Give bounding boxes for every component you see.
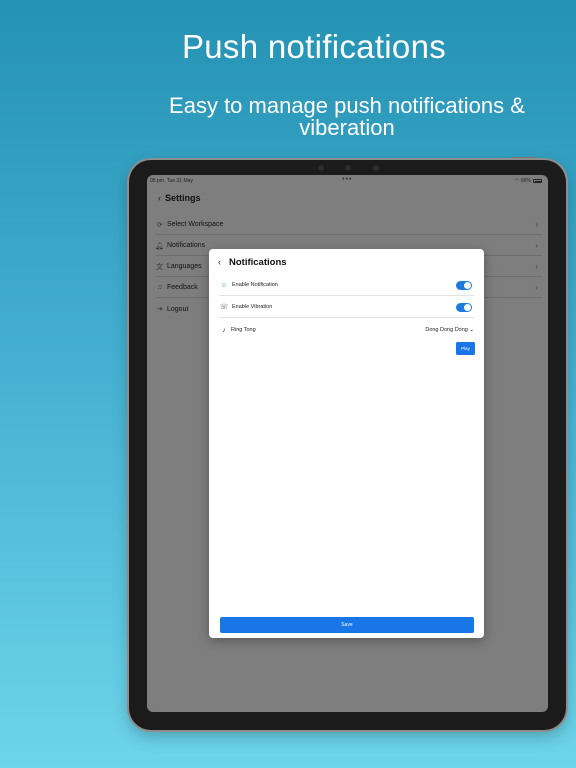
smile-icon: ☺ xyxy=(220,281,228,289)
back-chevron-icon[interactable]: ‹ xyxy=(158,193,161,203)
settings-header: ‹ Settings xyxy=(158,193,201,203)
headline: Push notifications xyxy=(181,28,447,65)
headphones-icon: ♫ xyxy=(156,284,163,291)
enable-vibration-label: Enable Vibration xyxy=(232,304,273,310)
settings-item-label: Notifications xyxy=(167,242,206,249)
page-title: Settings xyxy=(165,193,201,203)
enable-notification-row: ☺ Enable Notification xyxy=(219,275,474,296)
play-button[interactable]: Play xyxy=(456,342,475,355)
enable-vibration-row: ☏ Enable Vibration xyxy=(219,297,474,318)
battery-percent: 66% xyxy=(520,178,531,184)
settings-item-label: Feedback xyxy=(167,284,198,291)
subheadline: Easy to manage push notifications & vibe… xyxy=(169,93,525,140)
enable-notification-toggle[interactable] xyxy=(456,281,472,290)
camera-sensor xyxy=(373,165,379,171)
music-note-icon: ♪ xyxy=(222,326,226,334)
switch-icon: ⟳ xyxy=(156,221,163,229)
chevron-down-icon: ⌄ xyxy=(469,327,474,333)
modal-header: ‹ Notifications xyxy=(218,256,287,268)
enable-notification-label: Enable Notification xyxy=(232,282,278,288)
wifi-icon: ◠ xyxy=(514,178,519,184)
ring-tone-select[interactable]: Dong Dong Dong ⌄ xyxy=(425,327,474,333)
enable-vibration-toggle[interactable] xyxy=(456,303,472,312)
settings-item-label: Logout xyxy=(167,305,189,313)
vibration-icon: ☏ xyxy=(219,304,229,311)
multitask-dots-icon[interactable]: ••• xyxy=(342,176,352,183)
chevron-right-icon: › xyxy=(535,241,538,250)
modal-title: Notifications xyxy=(229,256,287,268)
camera-dot xyxy=(318,165,324,171)
logout-icon: ⇥ xyxy=(156,306,163,313)
ring-tone-label: Ring Tong xyxy=(231,327,256,333)
camera-lens xyxy=(345,165,351,171)
chevron-right-icon: › xyxy=(535,262,538,271)
back-chevron-icon[interactable]: ‹ xyxy=(218,257,221,267)
translate-icon: 文 xyxy=(156,263,163,271)
notifications-modal: ‹ Notifications ☺ Enable Notification ☏ … xyxy=(209,249,484,638)
status-time-date: 05 pm Tue 31 May xyxy=(150,178,193,184)
settings-item-select-workspace[interactable]: ⟳ Select Workspace › xyxy=(155,215,542,235)
chevron-right-icon: › xyxy=(535,220,538,229)
save-button[interactable]: Save xyxy=(220,617,474,633)
ring-tone-row: ♪ Ring Tong Dong Dong Dong ⌄ xyxy=(219,324,474,336)
chevron-right-icon: › xyxy=(535,283,538,292)
status-right: ◠ 66% xyxy=(515,178,542,184)
settings-item-label: Select Workspace xyxy=(167,221,224,228)
settings-item-label: Languages xyxy=(167,263,202,270)
bell-icon: 🔔︎ xyxy=(155,242,164,250)
status-bar: 05 pm Tue 31 May ••• ◠ 66% xyxy=(147,175,548,187)
battery-icon xyxy=(533,179,542,183)
